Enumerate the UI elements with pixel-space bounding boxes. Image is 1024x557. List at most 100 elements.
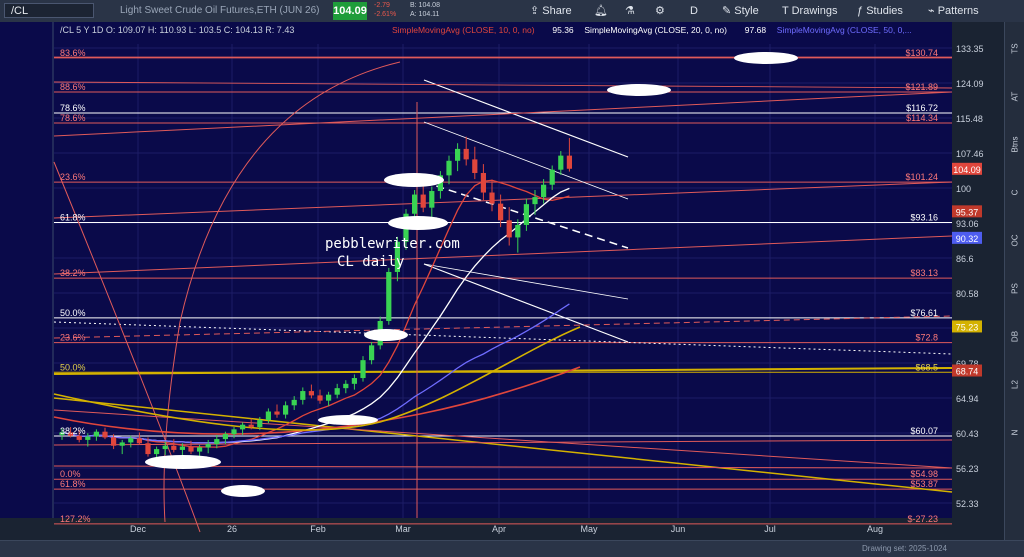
y-tick-label: 64.94 <box>956 394 979 404</box>
side-tab-at[interactable]: AT <box>1011 87 1020 107</box>
level-right-label: $53.87 <box>910 479 938 489</box>
price-chart[interactable]: 133.35 124.09 115.48 107.46 100 93.06 86.6 80.5… <box>0 22 1004 540</box>
highlight-oval <box>388 216 448 230</box>
candle-body <box>240 424 246 430</box>
candle-body <box>283 405 289 415</box>
side-tab-l2[interactable]: L2 <box>1011 375 1020 395</box>
side-tab-n[interactable]: N <box>1011 423 1020 443</box>
level-left-label: 23.6% <box>60 172 86 182</box>
x-tick-label: Jun <box>671 524 686 534</box>
alert-button[interactable]: 🔔︎ <box>594 3 608 19</box>
level-right-label: $-27.23 <box>907 514 938 524</box>
settings-button[interactable]: ⚙ <box>655 3 665 19</box>
candle-body <box>429 191 435 208</box>
studies-icon: ƒ <box>857 5 864 17</box>
candle-body <box>351 378 357 384</box>
x-tick-label: May <box>580 524 598 534</box>
candle-body <box>102 431 108 438</box>
text-tool-icon: T <box>782 5 789 17</box>
candle-body <box>179 446 185 450</box>
drawings-label: Drawings <box>791 5 838 17</box>
change-value: -2.79 <box>374 2 390 9</box>
bid-ask-readout: B: 104.08 A: 104.11 <box>410 1 440 19</box>
candle-body <box>326 394 332 401</box>
x-tick-label: Dec <box>130 524 147 534</box>
drawing-set-note: Drawing set: 2025-1024 <box>862 544 947 553</box>
candle-body <box>369 345 375 361</box>
style-label: Style <box>734 5 759 17</box>
candle-body <box>145 443 151 455</box>
change-readout: -2.79 -2.61% <box>374 1 396 19</box>
y-tick-label: 93.06 <box>956 219 979 229</box>
style-button[interactable]: ✎ Style <box>722 3 759 19</box>
candle-body <box>171 445 177 450</box>
level-left-label: 38.2% <box>60 426 86 436</box>
share-button[interactable]: ⇪ Share <box>530 3 572 19</box>
side-tab-oc[interactable]: OC <box>1011 231 1020 251</box>
candle-body <box>541 184 547 198</box>
y-tick-label: 56.23 <box>956 464 979 474</box>
last-price-badge: 104.09 <box>333 2 367 20</box>
candle-body <box>231 429 237 435</box>
change-percent: -2.61% <box>374 11 397 18</box>
y-tick-label: 80.58 <box>956 289 979 299</box>
price-tag-value: 104.09 <box>953 165 981 175</box>
candle-body <box>205 444 211 448</box>
level-right-label: $130.74 <box>905 48 938 58</box>
y-tick-label: 86.6 <box>956 254 974 264</box>
watermark-line-1: pebblewriter.com <box>325 236 460 252</box>
patterns-icon: ⌁ <box>928 5 935 17</box>
price-axis <box>952 22 1004 540</box>
beaker-button[interactable]: ⚗ <box>625 3 635 19</box>
chart-header: /CL 5 Y 1D O: 109.07 H: 110.93 L: 103.5 … <box>60 25 294 35</box>
study-value: 95.36 <box>552 25 574 35</box>
level-right-label: $76.61 <box>910 308 938 318</box>
side-tab-c[interactable]: C <box>1011 183 1020 203</box>
watermark-line-2: CL daily <box>337 254 404 270</box>
studies-button[interactable]: ƒ Studies <box>857 3 903 19</box>
candle-body <box>558 155 564 170</box>
candle-body <box>265 411 271 421</box>
side-tab-ts[interactable]: TS <box>1011 39 1020 59</box>
level-left-label: 83.6% <box>60 48 86 58</box>
candle-body <box>162 445 168 450</box>
level-right-label: $93.16 <box>910 212 938 222</box>
study-label: SimpleMovingAvg (CLOSE, 10, 0, no) <box>392 25 535 35</box>
y-tick-label: 100 <box>956 184 971 194</box>
y-tick-label: 124.09 <box>956 79 984 89</box>
candle-body <box>386 271 392 321</box>
x-tick-label: 26 <box>227 524 237 534</box>
period-selector[interactable]: D <box>690 3 698 19</box>
candle-body <box>136 438 142 444</box>
candle-body <box>300 391 306 400</box>
candle-body <box>566 155 572 169</box>
candle-body <box>549 169 555 185</box>
drawings-button[interactable]: T Drawings <box>782 3 837 19</box>
symbol-input[interactable]: /CL <box>4 3 94 18</box>
side-tab-btns[interactable]: Btns <box>1011 135 1020 155</box>
candle-body <box>274 411 280 415</box>
x-tick-label: Aug <box>867 524 883 534</box>
level-right-label: $121.89 <box>905 82 938 92</box>
candle-body <box>489 192 495 204</box>
candle-body <box>455 148 461 161</box>
candle-body <box>498 203 504 221</box>
candle-body <box>412 194 418 214</box>
highlight-oval <box>364 329 408 341</box>
patterns-button[interactable]: ⌁ Patterns <box>928 3 979 19</box>
price-tag-value: 95.37 <box>956 207 979 217</box>
level-left-label: 0.0% <box>60 469 81 479</box>
x-tick-label: Feb <box>310 524 326 534</box>
status-bar: Drawing set: 2025-1024 <box>0 540 1024 557</box>
level-left-label: 61.8% <box>60 479 86 489</box>
level-left-label: 127.2% <box>60 514 91 524</box>
level-right-label: $116.72 <box>906 103 938 113</box>
level-right-label: $72.8 <box>915 333 938 343</box>
side-tab-db[interactable]: DB <box>1011 327 1020 347</box>
level-left-label: 88.6% <box>60 82 86 92</box>
bid-value: B: 104.08 <box>410 2 440 9</box>
price-tag-value: 68.74 <box>956 367 979 377</box>
highlight-oval <box>607 84 671 96</box>
side-tab-ps[interactable]: PS <box>1011 279 1020 299</box>
candle-body <box>248 424 254 428</box>
